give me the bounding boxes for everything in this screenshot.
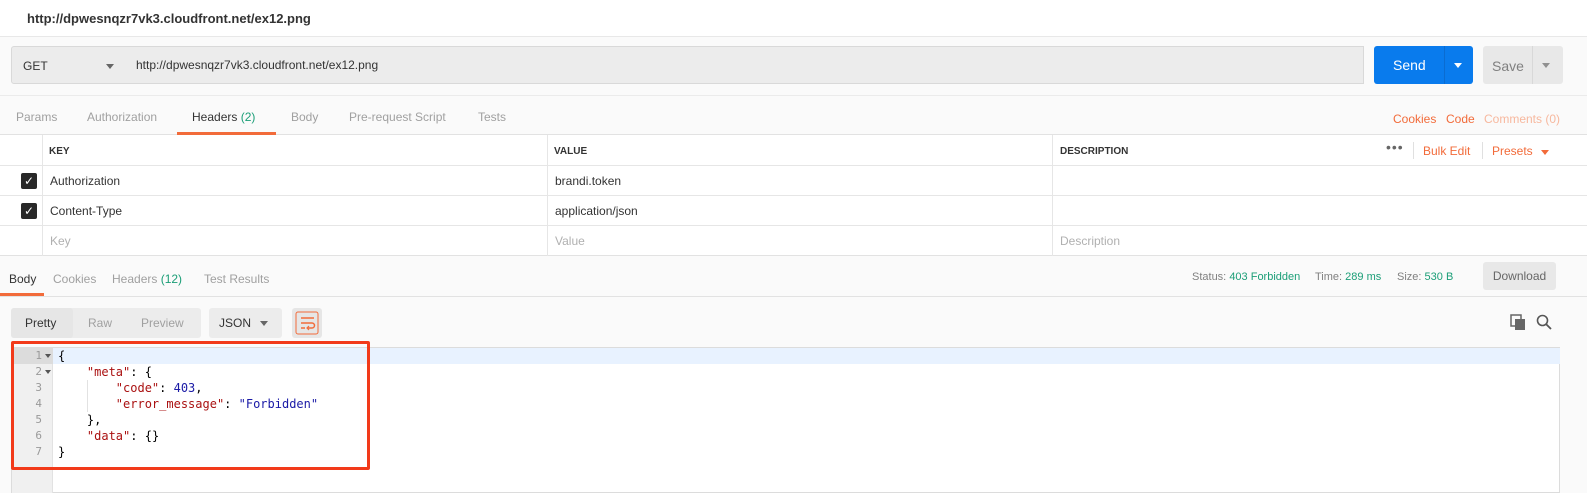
presets-chevron-icon [1541,150,1549,155]
tab-response-headers-label: Headers [112,272,158,286]
header-value-cell[interactable]: brandi.token [555,174,621,188]
save-divider [1532,46,1533,84]
tab-test-results[interactable]: Test Results [204,272,269,286]
mode-pretty[interactable]: Pretty [25,316,56,330]
column-key: KEY [49,146,70,157]
send-dropdown-icon[interactable] [1454,63,1462,68]
tab-response-cookies[interactable]: Cookies [53,272,96,286]
table-row: ✓ Content-Type application/json [0,196,1587,226]
headers-table: KEY VALUE DESCRIPTION ••• Bulk Edit Pres… [0,135,1587,256]
table-row: ✓ Authorization brandi.token [0,166,1587,196]
checkbox-checked[interactable]: ✓ [21,173,37,189]
method-label: GET [23,59,48,73]
search-icon[interactable] [1535,313,1553,331]
save-dropdown-icon[interactable] [1542,63,1550,68]
tab-headers-count: (2) [240,110,256,124]
time-value: 289 ms [1345,271,1382,283]
key-placeholder[interactable]: Key [50,234,71,248]
send-divider [1444,46,1445,84]
value-placeholder[interactable]: Value [555,234,585,248]
size-value: 530 B [1424,271,1454,283]
header-value-cell[interactable]: application/json [555,204,638,218]
checkbox-checked[interactable]: ✓ [21,203,37,219]
tab-headers-label: Headers [192,110,238,124]
chevron-down-icon [106,64,114,69]
code-link[interactable]: Code [1446,112,1475,126]
tab-response-body[interactable]: Body [9,272,36,286]
mode-preview[interactable]: Preview [141,316,184,330]
tab-response-headers[interactable]: Headers (12) [112,272,182,286]
save-button[interactable]: Save [1483,46,1563,84]
header-key-cell[interactable]: Authorization [50,174,120,188]
bulk-edit-link[interactable]: Bulk Edit [1423,144,1470,158]
header-key-cell[interactable]: Content-Type [50,204,122,218]
url-input[interactable] [125,46,1364,84]
format-label: JSON [219,316,252,330]
description-placeholder[interactable]: Description [1060,234,1120,248]
annotation-highlight-box [11,341,370,470]
size-label: Size: [1397,271,1422,283]
tab-response-headers-count: (12) [160,272,183,286]
headers-table-header: KEY VALUE DESCRIPTION ••• Bulk Edit Pres… [0,135,1587,166]
column-value: VALUE [554,146,588,157]
format-select[interactable]: JSON [209,308,282,338]
tab-tests[interactable]: Tests [478,110,506,124]
chevron-down-icon [260,321,268,326]
status-value: 403 Forbidden [1229,271,1301,283]
time-readout: Time: 289 ms [1315,271,1381,283]
column-divider [1052,135,1053,256]
cookies-link[interactable]: Cookies [1393,112,1436,126]
size-readout: Size: 530 B [1397,271,1453,283]
wrap-lines-icon [295,311,319,335]
view-mode-toggle: Pretty Raw Preview [11,308,201,338]
divider [1413,142,1414,159]
tab-pre-request-script[interactable]: Pre-request Script [349,110,446,124]
wrap-lines-button[interactable] [292,308,322,338]
column-description: DESCRIPTION [1060,146,1129,157]
status-label: Status: [1192,271,1227,283]
divider [1482,142,1483,159]
time-label: Time: [1315,271,1343,283]
request-title: http://dpwesnqzr7vk3.cloudfront.net/ex12… [27,11,311,26]
more-options-icon[interactable]: ••• [1386,139,1404,155]
postman-window: http://dpwesnqzr7vk3.cloudfront.net/ex12… [0,0,1587,493]
mode-raw[interactable]: Raw [88,316,112,330]
new-header-row: Key Value Description [0,226,1587,256]
method-select[interactable]: GET [11,46,126,84]
request-title-bar: http://dpwesnqzr7vk3.cloudfront.net/ex12… [0,0,1587,37]
active-tab-indicator [0,293,44,296]
send-button[interactable]: Send [1374,46,1473,84]
column-divider [547,135,548,256]
column-divider [42,135,43,256]
send-label: Send [1393,57,1426,73]
request-tabs: Params Authorization Headers (2) Body Pr… [0,95,1587,135]
tab-params[interactable]: Params [16,110,57,124]
status-readout: Status: 403 Forbidden [1192,271,1300,283]
tab-authorization[interactable]: Authorization [87,110,157,124]
copy-icon[interactable] [1509,313,1527,331]
save-label: Save [1492,58,1524,74]
tab-headers[interactable]: Headers (2) [192,110,255,124]
tab-body[interactable]: Body [291,110,318,124]
download-button[interactable]: Download [1483,262,1556,290]
comments-link[interactable]: Comments (0) [1484,112,1560,126]
presets-link[interactable]: Presets [1492,144,1533,158]
response-tabs: Body Cookies Headers (12) Test Results S… [0,257,1587,297]
